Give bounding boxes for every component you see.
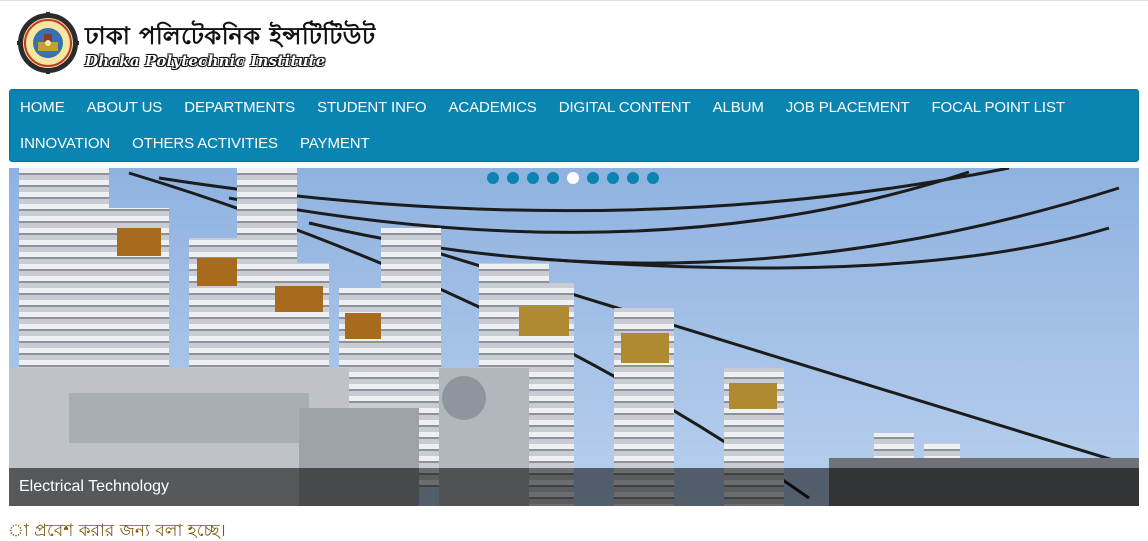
nav-student-info[interactable]: STUDENT INFO bbox=[307, 90, 438, 126]
nav-digital-content[interactable]: DIGITAL CONTENT bbox=[549, 90, 703, 126]
nav-album[interactable]: ALBUM bbox=[703, 90, 776, 126]
main-navbar: HOME ABOUT US DEPARTMENTS STUDENT INFO A… bbox=[9, 89, 1139, 162]
slide-caption-bar: Electrical Technology bbox=[9, 468, 1139, 506]
slider-dot-4[interactable] bbox=[547, 172, 559, 184]
institute-emblem-icon[interactable] bbox=[17, 12, 79, 74]
site-header: ঢাকা পলিটেকনিক ইন্সটিটিউট Dhaka Polytech… bbox=[17, 12, 377, 76]
nav-innovation[interactable]: INNOVATION bbox=[10, 126, 122, 162]
nav-academics[interactable]: ACADEMICS bbox=[438, 90, 548, 126]
notice-marquee[interactable]: া প্রবেশ করার জন্য বলা হচ্ছে। bbox=[8, 518, 226, 541]
nav-home[interactable]: HOME bbox=[10, 90, 77, 126]
nav-job-placement[interactable]: JOB PLACEMENT bbox=[776, 90, 922, 126]
slider-dot-2[interactable] bbox=[507, 172, 519, 184]
slide-image-electrical-insulators bbox=[9, 168, 1139, 506]
slider-dot-6[interactable] bbox=[587, 172, 599, 184]
nav-row-2: INNOVATION OTHERS ACTIVITIES PAYMENT bbox=[10, 126, 382, 162]
slider-dot-9[interactable] bbox=[647, 172, 659, 184]
slider-dot-8[interactable] bbox=[627, 172, 639, 184]
nav-departments[interactable]: DEPARTMENTS bbox=[174, 90, 307, 126]
nav-focal-point-list[interactable]: FOCAL POINT LIST bbox=[921, 90, 1076, 126]
slider-dot-1[interactable] bbox=[487, 172, 499, 184]
nav-row-1: HOME ABOUT US DEPARTMENTS STUDENT INFO A… bbox=[10, 90, 1077, 126]
slider-dot-7[interactable] bbox=[607, 172, 619, 184]
logo-title-english: Dhaka Polytechnic Institute bbox=[85, 52, 326, 70]
slider-dot-5[interactable] bbox=[567, 172, 579, 184]
nav-payment[interactable]: PAYMENT bbox=[290, 126, 382, 162]
slider-dot-3[interactable] bbox=[527, 172, 539, 184]
slider-pagination bbox=[487, 172, 659, 184]
nav-others-activities[interactable]: OTHERS ACTIVITIES bbox=[122, 126, 290, 162]
slide-caption: Electrical Technology bbox=[19, 478, 170, 495]
nav-about-us[interactable]: ABOUT US bbox=[77, 90, 175, 126]
top-rule bbox=[0, 0, 1148, 4]
image-slider[interactable]: Electrical Technology bbox=[9, 168, 1139, 506]
